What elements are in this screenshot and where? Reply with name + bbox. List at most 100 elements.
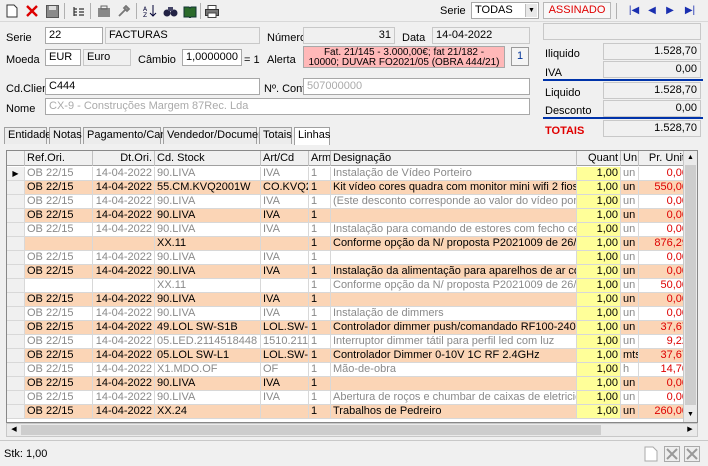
cell-arm[interactable]: 1 (309, 335, 331, 349)
cell-dt-ori[interactable]: 14-04-2022 (93, 293, 155, 307)
cell-cd-stock[interactable]: 90.LIVA (155, 265, 261, 279)
cambio-field[interactable]: 1,0000000 (182, 49, 242, 66)
cell-ref-ori[interactable] (25, 237, 93, 251)
col-un[interactable]: Un (621, 151, 639, 166)
cell-cd-stock[interactable]: 90.LIVA (155, 377, 261, 391)
cell-ref-ori[interactable]: OB 22/15 (25, 181, 93, 195)
row-indicator[interactable] (7, 377, 25, 391)
cell-quant[interactable]: 1,00 (577, 265, 621, 279)
cell-quant[interactable]: 1,00 (577, 405, 621, 419)
cell-un[interactable]: un (621, 209, 639, 223)
cell-cd-stock[interactable]: 05.LOL SW-L1 (155, 349, 261, 363)
cell-cd-stock[interactable]: 05.LED.2114518448 (155, 335, 261, 349)
cell-arm[interactable]: 1 (309, 237, 331, 251)
cell-art-cd[interactable]: IVA (261, 223, 309, 237)
cell-arm[interactable]: 1 (309, 181, 331, 195)
tab-entidade[interactable]: Entidade (4, 127, 51, 144)
nome-field[interactable]: CX-9 - Construções Margem 87Rec. Lda (45, 98, 530, 115)
ncont-field[interactable]: 507000000 (303, 78, 530, 95)
cell-art-cd[interactable]: IVA (261, 377, 309, 391)
table-row[interactable]: OB 22/15 14-04-2022 90.LIVA IVA 1 1,00 un 0,00 (7, 251, 691, 265)
cell-cd-stock[interactable]: 90.LIVA (155, 195, 261, 209)
cell-designacao[interactable]: Conforme opção da N/ proposta P2021009 d… (331, 279, 577, 293)
table-row[interactable]: OB 22/15 14-04-2022 90.LIVA IVA 1 1,00 un 0,00 (7, 293, 691, 307)
cell-art-cd[interactable]: IVA (261, 293, 309, 307)
cell-quant[interactable]: 1,00 (577, 209, 621, 223)
cell-quant[interactable]: 1,00 (577, 391, 621, 405)
scroll-up-icon[interactable]: ▲ (684, 151, 697, 165)
tools-icon[interactable] (116, 3, 132, 19)
cell-dt-ori[interactable]: 14-04-2022 (93, 321, 155, 335)
lock-icon[interactable] (96, 3, 112, 19)
cell-quant[interactable]: 1,00 (577, 321, 621, 335)
cell-arm[interactable]: 1 (309, 167, 331, 181)
cell-cd-stock[interactable]: 49.LOL SW-S1B (155, 321, 261, 335)
row-indicator[interactable] (7, 363, 25, 377)
scroll-right-icon[interactable]: ▶ (683, 424, 697, 436)
cell-ref-ori[interactable]: OB 22/15 (25, 293, 93, 307)
col-art-cd[interactable]: Art/Cd (261, 151, 309, 166)
cell-designacao[interactable]: Interruptor dimmer tátil para perfil led… (331, 335, 577, 349)
tab-notas[interactable]: Notas (49, 127, 82, 144)
row-indicator[interactable]: ▶ (7, 167, 25, 181)
hscroll-thumb[interactable] (21, 425, 601, 435)
cell-dt-ori[interactable]: 14-04-2022 (93, 335, 155, 349)
scroll-down-icon[interactable]: ▼ (684, 408, 697, 422)
table-row[interactable]: XX.11 1 Conforme opção da N/ proposta P202… (7, 279, 691, 293)
row-indicator[interactable] (7, 237, 25, 251)
print-icon[interactable] (204, 3, 220, 19)
row-indicator[interactable] (7, 223, 25, 237)
cell-art-cd[interactable]: 1510.2114µ (261, 335, 309, 349)
cell-dt-ori[interactable]: 14-04-2022 (93, 251, 155, 265)
tab-vendedor[interactable]: Vendedor/Documento (163, 127, 273, 144)
cell-un[interactable]: un (621, 251, 639, 265)
col-cd-stock[interactable]: Cd. Stock (155, 151, 261, 166)
row-indicator[interactable] (7, 181, 25, 195)
row-indicator[interactable] (7, 195, 25, 209)
cell-un[interactable]: un (621, 391, 639, 405)
cell-ref-ori[interactable]: OB 22/15 (25, 363, 93, 377)
list-icon[interactable] (70, 3, 86, 19)
row-indicator[interactable] (7, 321, 25, 335)
cell-art-cd[interactable]: OF (261, 363, 309, 377)
cell-un[interactable]: un (621, 167, 639, 181)
row-indicator[interactable] (7, 307, 25, 321)
row-indicator[interactable] (7, 349, 25, 363)
cell-un[interactable]: un (621, 405, 639, 419)
cell-ref-ori[interactable]: OB 22/15 (25, 223, 93, 237)
sort-icon[interactable]: AZ (142, 3, 158, 19)
cell-arm[interactable]: 1 (309, 223, 331, 237)
cell-designacao[interactable] (331, 209, 577, 223)
cell-dt-ori[interactable]: 14-04-2022 (93, 209, 155, 223)
cell-art-cd[interactable] (261, 405, 309, 419)
cell-dt-ori[interactable]: 14-04-2022 (93, 195, 155, 209)
table-row[interactable]: OB 22/1514-04-202205.LOL SW-L1LOL.SW-L1C… (7, 349, 691, 363)
data-field[interactable]: 14-04-2022 (432, 27, 530, 44)
last-icon[interactable]: ▶| (682, 3, 698, 19)
cell-cd-stock[interactable]: 90.LIVA (155, 391, 261, 405)
table-row[interactable]: OB 22/15 14-04-2022 90.LIVA IVA 1 Instalação … (7, 223, 691, 237)
delete-icon[interactable] (24, 3, 40, 19)
table-row[interactable]: ▶ OB 22/15 14-04-2022 90.LIVA IVA 1 Instalação… (7, 167, 691, 181)
cell-quant[interactable]: 1,00 (577, 307, 621, 321)
cell-art-cd[interactable] (261, 237, 309, 251)
cell-quant[interactable]: 1,00 (577, 349, 621, 363)
row-indicator[interactable] (7, 293, 25, 307)
cell-arm[interactable]: 1 (309, 265, 331, 279)
cell-art-cd[interactable]: IVA (261, 209, 309, 223)
cell-art-cd[interactable]: IVA (261, 265, 309, 279)
cell-arm[interactable]: 1 (309, 377, 331, 391)
cell-art-cd[interactable]: LOL.SW-L (261, 349, 309, 363)
serie-field[interactable]: 22 (45, 27, 103, 44)
cell-designacao[interactable]: Mão-de-obra (331, 363, 577, 377)
cell-ref-ori[interactable]: OB 22/15 (25, 209, 93, 223)
cell-designacao[interactable]: Instalação de dimmers (331, 307, 577, 321)
cell-quant[interactable]: 1,00 (577, 195, 621, 209)
cell-un[interactable]: un (621, 293, 639, 307)
cell-un[interactable]: un (621, 265, 639, 279)
cell-ref-ori[interactable]: OB 22/15 (25, 307, 93, 321)
cell-un[interactable]: un (621, 335, 639, 349)
col-dt-ori[interactable]: Dt.Ori. (93, 151, 155, 166)
table-row[interactable]: OB 22/15 14-04-2022 90.LIVA IVA 1 Abertura de… (7, 391, 691, 405)
cell-art-cd[interactable]: IVA (261, 307, 309, 321)
